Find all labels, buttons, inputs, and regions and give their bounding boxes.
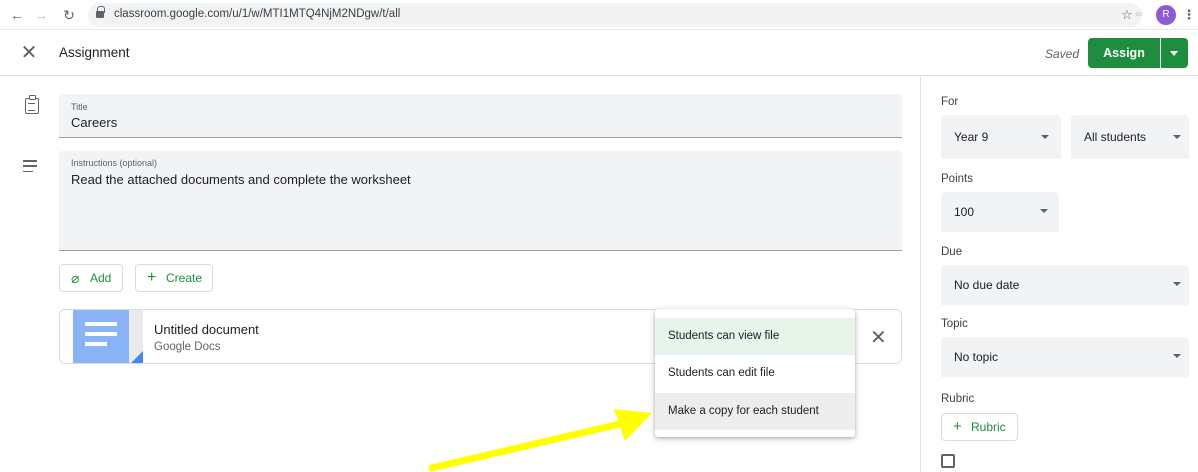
- menu-item-copy[interactable]: Make a copy for each student: [655, 393, 855, 430]
- dropdown-arrow-icon: [1173, 354, 1181, 358]
- attachment-name[interactable]: Untitled document: [154, 322, 259, 337]
- close-icon[interactable]: ✕: [18, 42, 40, 64]
- annotation-arrow-head: [614, 409, 652, 441]
- share-options-menu: Students can view file Students can edit…: [655, 309, 855, 437]
- menu-item-view[interactable]: Students can view file: [655, 318, 855, 355]
- rubric-button-label: Rubric: [971, 420, 1006, 434]
- document-thumbnail: [73, 310, 143, 363]
- class-select[interactable]: Year 9: [941, 115, 1061, 159]
- create-button[interactable]: + Create: [135, 264, 213, 292]
- forward-arrow-icon[interactable]: →: [32, 6, 50, 24]
- title-field-value[interactable]: Careers: [71, 115, 117, 130]
- lock-icon: [96, 6, 105, 18]
- rubric-label: Rubric: [941, 393, 975, 405]
- assign-options-button[interactable]: [1161, 38, 1188, 68]
- doc-corner-fold: [129, 351, 143, 363]
- topic-select-value: No topic: [954, 350, 999, 364]
- create-button-label: Create: [166, 271, 203, 285]
- due-select-value: No due date: [954, 278, 1020, 292]
- dropdown-arrow-icon: [1173, 282, 1181, 286]
- reload-icon[interactable]: ↻: [60, 6, 78, 24]
- menu-item-edit[interactable]: Students can edit file: [655, 355, 855, 392]
- instructions-field[interactable]: Instructions (optional) Read the attache…: [59, 151, 902, 251]
- class-select-value: Year 9: [954, 130, 989, 144]
- plus-icon: +: [953, 418, 962, 435]
- saved-status: Saved: [1045, 47, 1080, 61]
- dropdown-arrow-icon: [1041, 135, 1049, 139]
- google-docs-icon: [73, 310, 129, 363]
- address-bar[interactable]: classroom.google.com/u/1/w/MTI1MTQ4NjM2N…: [88, 3, 1142, 27]
- title-field-label: Title: [71, 102, 88, 112]
- instructions-field-value[interactable]: Read the attached documents and complete…: [71, 172, 411, 187]
- points-label: Points: [941, 173, 973, 185]
- topic-select[interactable]: No topic: [941, 337, 1189, 377]
- app-header: ✕ Assignment Saved Assign: [0, 30, 1198, 76]
- annotation-arrow-shaft: [428, 420, 624, 472]
- due-select[interactable]: No due date: [941, 265, 1189, 305]
- points-select[interactable]: 100: [941, 192, 1059, 232]
- avatar[interactable]: R: [1156, 5, 1176, 25]
- remove-attachment-icon[interactable]: ✕: [870, 325, 887, 350]
- add-button[interactable]: ⌀ Add: [59, 264, 123, 292]
- assign-button[interactable]: Assign: [1088, 38, 1160, 68]
- plus-icon: +: [147, 269, 157, 286]
- notes-icon: [23, 160, 41, 178]
- assignment-icon: [25, 95, 39, 114]
- students-select-value: All students: [1084, 130, 1147, 144]
- browser-toolbar: ← → ↻ classroom.google.com/u/1/w/MTI1MTQ…: [0, 0, 1198, 30]
- page-title: Assignment: [59, 45, 130, 60]
- instructions-field-label: Instructions (optional): [71, 158, 158, 168]
- topic-label: Topic: [941, 318, 968, 330]
- checkbox[interactable]: [941, 454, 955, 468]
- assignment-settings-panel: For Year 9 All students Points 100 Due N…: [920, 77, 1198, 472]
- attachment-type: Google Docs: [154, 341, 221, 353]
- back-arrow-icon[interactable]: ←: [8, 6, 26, 24]
- extension-icon[interactable]: ∞: [1130, 6, 1148, 24]
- students-select[interactable]: All students: [1071, 115, 1189, 159]
- paperclip-icon: ⌀: [71, 270, 80, 286]
- dropdown-arrow-icon: [1173, 135, 1181, 139]
- due-label: Due: [941, 246, 963, 258]
- browser-menu-icon[interactable]: ⋮: [1180, 6, 1198, 24]
- points-select-value: 100: [954, 205, 975, 219]
- add-button-label: Add: [90, 271, 112, 285]
- dropdown-arrow-icon: [1040, 209, 1048, 213]
- add-rubric-button[interactable]: + Rubric: [941, 413, 1018, 441]
- title-field[interactable]: Title Careers: [59, 94, 902, 138]
- for-label: For: [941, 96, 959, 108]
- url-text: classroom.google.com/u/1/w/MTI1MTQ4NjM2N…: [114, 8, 401, 20]
